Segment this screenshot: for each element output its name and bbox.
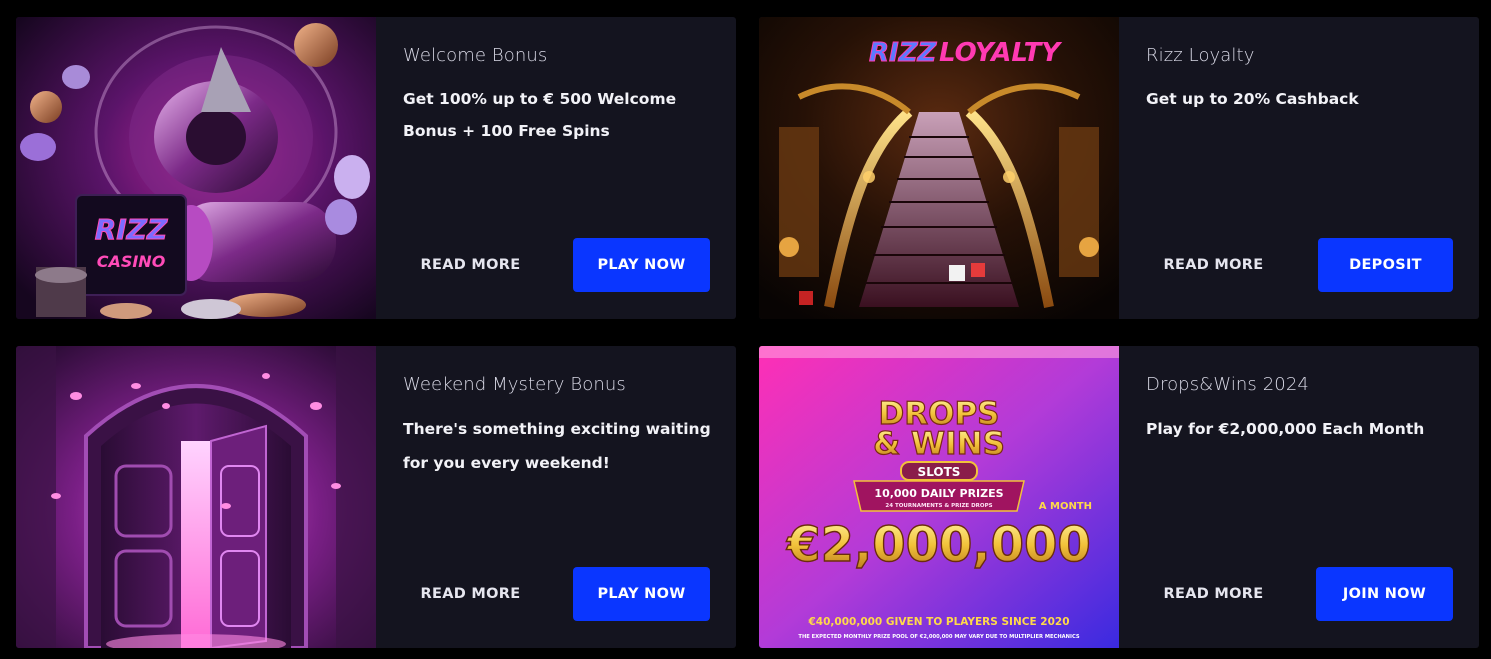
promotions-grid: RIZZ CASINO Welcome Bonus Get 100% up to… bbox=[16, 17, 1479, 648]
read-more-button[interactable]: READ MORE bbox=[1146, 238, 1281, 292]
promo-content: Welcome Bonus Get 100% up to € 500 Welco… bbox=[376, 17, 736, 319]
wins-title-text: & WINS bbox=[873, 426, 1005, 462]
prize-pool-disclaimer-text: THE EXPECTED MONTHLY PRIZE POOL OF €2,00… bbox=[798, 634, 1079, 640]
daily-prizes-text: 10,000 DAILY PRIZES bbox=[874, 487, 1003, 500]
golden-staircase-artwork[interactable]: RIZZ LOYALTY bbox=[759, 17, 1119, 319]
promo-title: Welcome Bonus bbox=[403, 45, 548, 66]
promo-content: Drops&Wins 2024 Play for €2,000,000 Each… bbox=[1119, 346, 1479, 648]
slots-badge-text: SLOTS bbox=[918, 465, 961, 479]
a-month-text: A MONTH bbox=[1039, 501, 1092, 512]
play-now-button[interactable]: PLAY NOW bbox=[573, 567, 710, 621]
tournaments-text: 24 TOURNAMENTS & PRIZE DROPS bbox=[885, 503, 992, 509]
read-more-button[interactable]: READ MORE bbox=[1146, 567, 1281, 621]
prize-amount-text: €2,000,000 bbox=[786, 517, 1091, 573]
promo-content: Weekend Mystery Bonus There's something … bbox=[376, 346, 736, 648]
promo-title: Weekend Mystery Bonus bbox=[403, 374, 626, 395]
rizz-logo-text: RIZZ bbox=[95, 213, 168, 246]
drops-wins-banner-illustration: DROPS & WINS SLOTS 10,000 DAILY PRIZES 2… bbox=[759, 346, 1119, 648]
casino-vault-illustration: RIZZ CASINO bbox=[16, 17, 376, 319]
read-more-button[interactable]: READ MORE bbox=[403, 567, 538, 621]
golden-staircase-illustration: RIZZ LOYALTY bbox=[759, 17, 1119, 319]
loyalty-logo-text: LOYALTY bbox=[939, 38, 1063, 68]
promo-title: Drops&Wins 2024 bbox=[1146, 374, 1309, 395]
promo-card-welcome-bonus: RIZZ CASINO Welcome Bonus Get 100% up to… bbox=[16, 17, 736, 319]
deposit-button[interactable]: DEPOSIT bbox=[1318, 238, 1453, 292]
play-now-button[interactable]: PLAY NOW bbox=[573, 238, 710, 292]
drops-wins-banner[interactable]: DROPS & WINS SLOTS 10,000 DAILY PRIZES 2… bbox=[759, 346, 1119, 648]
promo-card-weekend-mystery-bonus: Weekend Mystery Bonus There's something … bbox=[16, 346, 736, 648]
read-more-button[interactable]: READ MORE bbox=[403, 238, 538, 292]
rizz-logo-text: RIZZ bbox=[869, 38, 938, 68]
promo-description: Get up to 20% Cashback bbox=[1146, 90, 1359, 108]
promo-card-drops-wins-2024: DROPS & WINS SLOTS 10,000 DAILY PRIZES 2… bbox=[759, 346, 1479, 648]
promo-content: Rizz Loyalty Get up to 20% Cashback READ… bbox=[1119, 17, 1479, 319]
given-to-players-text: €40,000,000 GIVEN TO PLAYERS SINCE 2020 bbox=[808, 616, 1070, 628]
mystery-door-artwork[interactable] bbox=[16, 346, 376, 648]
promo-description: There's something exciting waiting for y… bbox=[403, 420, 711, 472]
promo-card-rizz-loyalty: RIZZ LOYALTY Rizz Loyalty Get up to 20% … bbox=[759, 17, 1479, 319]
promo-description: Get 100% up to € 500 Welcome Bonus + 100… bbox=[403, 90, 677, 140]
promo-title: Rizz Loyalty bbox=[1146, 45, 1255, 66]
join-now-button[interactable]: JOIN NOW bbox=[1316, 567, 1453, 621]
casino-vault-artwork[interactable]: RIZZ CASINO bbox=[16, 17, 376, 319]
casino-logo-text: CASINO bbox=[97, 252, 166, 271]
promo-description: Play for €2,000,000 Each Month bbox=[1146, 420, 1425, 438]
mystery-door-illustration bbox=[16, 346, 376, 648]
